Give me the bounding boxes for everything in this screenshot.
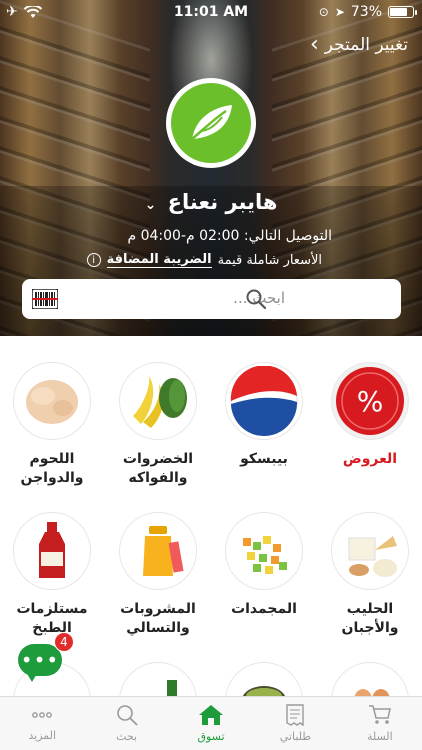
tab-cart[interactable]: السلة <box>338 697 422 750</box>
chicken-icon <box>26 380 78 424</box>
change-store-label: تغيير المتجر <box>324 35 408 55</box>
vat-link[interactable]: الضريبة المضافة <box>106 252 212 268</box>
leaf-logo-icon <box>171 83 251 163</box>
category-dairy-image <box>331 512 409 590</box>
svg-text:%: % <box>357 385 384 418</box>
battery-icon <box>388 6 417 18</box>
vat-prefix: الأسعار شاملة قيمة <box>217 252 322 268</box>
battery-percent: 73% <box>350 4 382 20</box>
chevron-left-icon: ‹ <box>309 32 319 57</box>
location-icon: ➤ <box>334 5 345 19</box>
chat-bubble-icon: ••• <box>18 644 62 676</box>
pepsi-logo-icon <box>230 366 298 436</box>
category-label: اللحوم والدواجن <box>20 451 84 486</box>
category-pepsico-image <box>225 362 303 440</box>
home-icon <box>199 705 224 725</box>
percent-badge-icon: % <box>336 367 404 435</box>
category-meat-poultry[interactable]: اللحوم والدواجن <box>2 362 102 488</box>
tab-search[interactable]: بحث <box>84 697 168 750</box>
chat-button[interactable]: ••• 4 <box>18 632 74 682</box>
category-offers[interactable]: % العروض <box>320 362 420 469</box>
search-icon <box>116 705 138 726</box>
category-offers-image: % <box>331 362 409 440</box>
chat-bubble-tail <box>26 672 38 682</box>
status-right: ⊙ ➤ 73% <box>318 4 417 20</box>
category-cooking-image <box>13 512 91 590</box>
category-label: المجمدات <box>231 601 297 617</box>
barcode-scan-icon[interactable] <box>32 289 58 309</box>
category-frozen[interactable]: المجمدات <box>214 512 314 619</box>
tab-label: السلة <box>366 730 393 743</box>
tab-orders[interactable]: طلباتي <box>253 697 337 750</box>
category-label: مستلزمات الطبخ <box>16 601 88 636</box>
search-icon <box>246 289 267 310</box>
store-name-selector[interactable]: ⌄ هايبر نعناع <box>0 190 422 214</box>
category-label: الحليب والأجبان <box>341 601 399 636</box>
bottom-tab-bar: المزيد بحث تسوق طلباتي السلة <box>0 696 422 750</box>
tab-more[interactable]: المزيد <box>0 697 84 750</box>
category-cooking-essentials[interactable]: مستلزمات الطبخ <box>2 512 102 638</box>
category-label: المشروبات والتسالي <box>120 601 196 636</box>
category-label: بيبسكو <box>240 451 288 467</box>
dairy-icon <box>348 536 397 577</box>
tab-shop[interactable]: تسوق <box>169 697 253 750</box>
delivery-window: التوصيل التالي: 02:00 م-04:00 م <box>127 228 332 244</box>
more-icon <box>32 712 53 718</box>
category-meat-image <box>13 362 91 440</box>
chevron-down-icon: ⌄ <box>144 197 157 213</box>
category-label: الخضروات والفواكه <box>122 451 194 486</box>
category-label: العروض <box>342 451 398 467</box>
tab-label: المزيد <box>28 729 57 742</box>
frozen-veg-icon <box>243 536 287 574</box>
orientation-lock-icon: ⊙ <box>318 5 329 19</box>
category-dairy-cheese[interactable]: الحليب والأجبان <box>320 512 420 638</box>
tab-label: بحث <box>116 730 138 743</box>
category-vegetables-fruits[interactable]: الخضروات والفواكه <box>108 362 208 488</box>
produce-icon <box>133 376 187 428</box>
category-frozen-image <box>225 512 303 590</box>
info-icon[interactable]: i <box>86 253 101 267</box>
juice-bottle-icon <box>143 526 184 576</box>
tab-label: طلباتي <box>279 730 312 743</box>
store-logo <box>166 78 256 168</box>
vat-notice: الأسعار شاملة قيمة الضريبة المضافة i <box>86 252 322 268</box>
category-pepsico[interactable]: بيبسكو <box>214 362 314 469</box>
ketchup-bottle-icon <box>39 522 65 578</box>
cart-icon <box>368 705 391 724</box>
search-bar[interactable]: ابحث ... <box>22 279 401 319</box>
status-bar: ✈ 11:01 AM ⊙ ➤ 73% <box>0 0 422 24</box>
chat-unread-badge: 4 <box>54 632 74 652</box>
store-name: هايبر نعناع <box>167 190 278 214</box>
receipt-icon <box>286 704 305 726</box>
tab-label: تسوق <box>197 730 225 743</box>
category-drinks-image <box>119 512 197 590</box>
category-drinks-snacks[interactable]: المشروبات والتسالي <box>108 512 208 638</box>
change-store-button[interactable]: ‹ تغيير المتجر <box>310 34 408 56</box>
category-vegetables-image <box>119 362 197 440</box>
